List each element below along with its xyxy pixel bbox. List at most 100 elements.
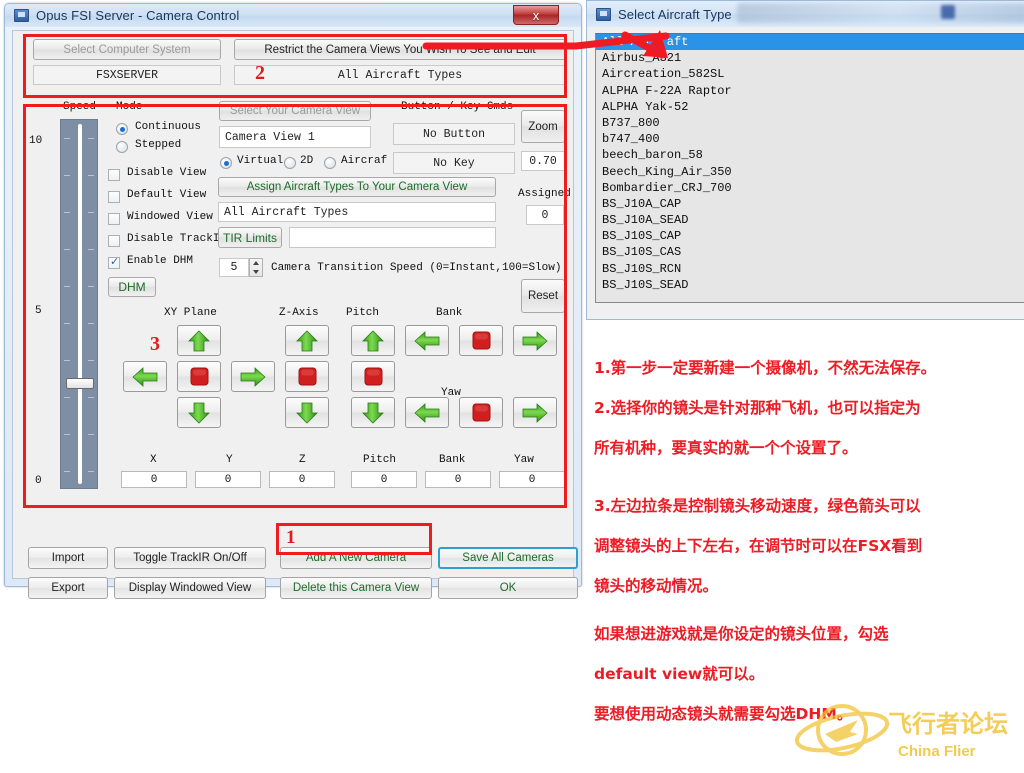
axis-label-z-axis: Z-Axis bbox=[279, 307, 319, 319]
checkbox-default-view[interactable] bbox=[108, 191, 120, 203]
xy-up-button[interactable] bbox=[177, 325, 221, 356]
speed-slider[interactable] bbox=[60, 119, 98, 489]
watermark-cn-text: 飞行者论坛 bbox=[888, 710, 1008, 738]
speed-tick-5: 5 bbox=[35, 305, 42, 317]
list-item[interactable]: ALPHA Yak-52 bbox=[596, 99, 1024, 115]
xy-down-button[interactable] bbox=[177, 397, 221, 428]
value-label-yaw: Yaw bbox=[514, 454, 534, 466]
export-button[interactable]: Export bbox=[28, 577, 108, 599]
dhm-button[interactable]: DHM bbox=[108, 277, 156, 297]
mode-label: Mode bbox=[116, 101, 143, 113]
camera-view-name-input[interactable]: Camera View 1 bbox=[219, 126, 371, 148]
xy-right-button[interactable] bbox=[231, 361, 275, 392]
top-selector-group: Select Computer System FSXSERVER Restric… bbox=[21, 37, 573, 93]
ok-button[interactable]: OK bbox=[438, 577, 578, 599]
assigned-label: Assigned bbox=[518, 188, 571, 200]
value-input-pitch[interactable]: 0 bbox=[351, 471, 417, 488]
radio-virtual[interactable] bbox=[220, 157, 232, 169]
import-button[interactable]: Import bbox=[28, 547, 108, 569]
axis-label-xy-plane: XY Plane bbox=[164, 307, 217, 319]
checkbox-disable-view[interactable] bbox=[108, 169, 120, 181]
annotation-note-2: 2.选择你的镜头是针对那种飞机，也可以指定为 bbox=[594, 399, 921, 417]
list-item[interactable]: BS_J10A_SEAD bbox=[596, 212, 1024, 228]
list-item[interactable]: b747_400 bbox=[596, 131, 1024, 147]
value-input-bank[interactable]: 0 bbox=[425, 471, 491, 488]
radio-2d[interactable] bbox=[284, 157, 296, 169]
value-input-z[interactable]: 0 bbox=[269, 471, 335, 488]
aircraft-window-monitor-icon bbox=[596, 7, 611, 21]
annotation-note-4: 3.左边拉条是控制镜头移动速度，绿色箭头可以 bbox=[594, 497, 921, 515]
camera-transition-speed-label: Camera Transition Speed (0=Instant,100=S… bbox=[271, 262, 562, 274]
tir-limits-value bbox=[289, 227, 496, 248]
list-item[interactable]: BS_J10S_RCN bbox=[596, 261, 1024, 277]
select-your-camera-view-button[interactable]: Select Your Camera View bbox=[219, 101, 371, 121]
yaw-left-button[interactable] bbox=[405, 397, 449, 428]
add-a-new-camera-button[interactable]: Add A New Camera bbox=[280, 547, 432, 569]
list-item[interactable]: beech_baron_58 bbox=[596, 147, 1024, 163]
pitch-down-button[interactable] bbox=[351, 397, 395, 428]
checkbox-enable-dhm-label: Enable DHM bbox=[127, 255, 194, 267]
annotation-note-6: 镜头的移动情况。 bbox=[594, 577, 719, 595]
bank-left-button[interactable] bbox=[405, 325, 449, 356]
z-up-button[interactable] bbox=[285, 325, 329, 356]
camera-transition-speed-stepper[interactable] bbox=[249, 258, 263, 277]
radio-aircraft[interactable] bbox=[324, 157, 336, 169]
pitch-up-button[interactable] bbox=[351, 325, 395, 356]
camera-transition-speed-input[interactable]: 5 bbox=[219, 258, 249, 277]
list-item[interactable]: BS_J10A_CAP bbox=[596, 196, 1024, 212]
no-button-field[interactable]: No Button bbox=[393, 123, 515, 145]
list-item[interactable]: BS_J10S_CAP bbox=[596, 228, 1024, 244]
radio-continuous[interactable] bbox=[116, 123, 128, 135]
value-input-y[interactable]: 0 bbox=[195, 471, 261, 488]
z-down-button[interactable] bbox=[285, 397, 329, 428]
list-item[interactable]: Beech_King_Air_350 bbox=[596, 164, 1024, 180]
checkbox-enable-dhm[interactable] bbox=[108, 255, 120, 269]
aircraft-window-title: Select Aircraft Type bbox=[618, 6, 732, 22]
yaw-right-button[interactable] bbox=[513, 397, 557, 428]
checkbox-disable-trackir[interactable] bbox=[108, 235, 120, 247]
list-item[interactable]: B737_800 bbox=[596, 115, 1024, 131]
z-center-stop-button[interactable] bbox=[285, 361, 329, 392]
list-item[interactable]: Airbus_A321 bbox=[596, 50, 1024, 66]
list-item[interactable]: BS_J10S_SEAD bbox=[596, 277, 1024, 293]
list-item[interactable]: BS_J10S_CAS bbox=[596, 244, 1024, 260]
reset-button[interactable]: Reset bbox=[521, 279, 565, 313]
aircraft-type-listbox[interactable]: All Aircraft Airbus_A321 Aircreation_582… bbox=[595, 33, 1024, 303]
no-key-field[interactable]: No Key bbox=[393, 152, 515, 174]
radio-stepped[interactable] bbox=[116, 141, 128, 153]
value-input-yaw[interactable]: 0 bbox=[499, 471, 565, 488]
checkbox-windowed-view[interactable] bbox=[108, 213, 120, 225]
list-item[interactable]: ALPHA F-22A Raptor bbox=[596, 83, 1024, 99]
close-button[interactable]: x bbox=[513, 5, 559, 25]
value-label-pitch: Pitch bbox=[363, 454, 397, 466]
bank-center-stop-button[interactable] bbox=[459, 325, 503, 356]
yaw-center-stop-button[interactable] bbox=[459, 397, 503, 428]
list-item[interactable]: Bombardier_CRJ_700 bbox=[596, 180, 1024, 196]
watermark-en-text: China Flier bbox=[898, 743, 976, 760]
select-computer-system-button[interactable]: Select Computer System bbox=[33, 39, 221, 60]
zoom-button[interactable]: Zoom bbox=[521, 110, 565, 143]
list-item[interactable]: All Aircraft bbox=[596, 34, 1024, 51]
restricted-aircraft-types-value: All Aircraft Types bbox=[234, 65, 566, 85]
pitch-center-stop-button[interactable] bbox=[351, 361, 395, 392]
xy-left-button[interactable] bbox=[123, 361, 167, 392]
watermark: 飞行者论坛 China Flier bbox=[792, 698, 1024, 768]
button-key-cmds-header: Button / Key Cmds bbox=[401, 101, 514, 113]
speed-slider-thumb[interactable] bbox=[66, 378, 94, 389]
bank-right-button[interactable] bbox=[513, 325, 557, 356]
tir-limits-button[interactable]: TIR Limits bbox=[218, 227, 282, 248]
xy-center-stop-button[interactable] bbox=[177, 361, 221, 392]
restrict-camera-views-button[interactable]: Restrict the Camera Views You Wish To Se… bbox=[234, 39, 566, 60]
value-input-x[interactable]: 0 bbox=[121, 471, 187, 488]
toggle-trackir-button[interactable]: Toggle TrackIR On/Off bbox=[114, 547, 266, 569]
list-item[interactable]: Aircreation_582SL bbox=[596, 66, 1024, 82]
save-all-cameras-button[interactable]: Save All Cameras bbox=[438, 547, 578, 569]
radio-continuous-label: Continuous bbox=[135, 121, 202, 133]
display-windowed-view-button[interactable]: Display Windowed View bbox=[114, 577, 266, 599]
background-window-ghost-icon bbox=[941, 5, 955, 19]
delete-this-camera-view-button[interactable]: Delete this Camera View bbox=[280, 577, 432, 599]
radio-aircraft-label: Aircraf bbox=[341, 155, 388, 167]
assign-aircraft-types-button[interactable]: Assign Aircraft Types To Your Camera Vie… bbox=[218, 177, 496, 197]
assigned-aircraft-types-value: All Aircraft Types bbox=[218, 202, 496, 222]
checkbox-windowed-view-label: Windowed View bbox=[127, 211, 213, 223]
